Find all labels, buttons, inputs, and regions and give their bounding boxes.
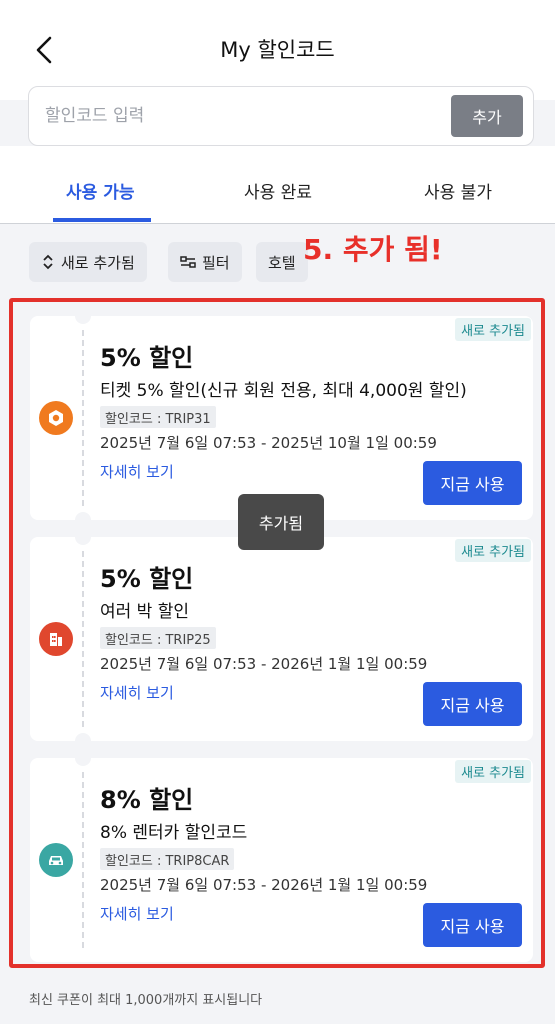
new-badge: 새로 추가됨 (455, 539, 531, 562)
use-now-button[interactable]: 지금 사용 (423, 903, 522, 947)
validity-period: 2025년 7월 6일 07:53 - 2026년 1월 1일 00:59 (100, 655, 428, 673)
coupon-title: 5% 할인 (100, 565, 194, 593)
coupon-code: 할인코드 : TRIP8CAR (100, 848, 235, 870)
coupon-description: 여러 박 할인 (100, 602, 190, 622)
coupon-code-search-box: 추가 (28, 86, 534, 146)
chip-label: 필터 (202, 253, 230, 272)
card-notch (75, 758, 91, 766)
use-now-button[interactable]: 지금 사용 (423, 682, 522, 726)
coupon-card: 새로 추가됨 5% 할인 티켓 5% 할인(신규 회원 전용, 최대 4,000… (30, 316, 533, 520)
details-link[interactable]: 자세히 보기 (100, 903, 174, 924)
add-code-button[interactable]: 추가 (451, 95, 523, 137)
tab-used[interactable]: 사용 완료 (244, 178, 312, 203)
coupon-code: 할인코드 : TRIP25 (100, 627, 216, 649)
card-notch (75, 733, 91, 741)
sort-icon (43, 254, 53, 270)
ticket-icon (39, 401, 73, 435)
details-link[interactable]: 자세히 보기 (100, 682, 174, 703)
new-badge: 새로 추가됨 (455, 760, 531, 783)
chip-label: 새로 추가됨 (61, 253, 135, 272)
tab-available[interactable]: 사용 가능 (66, 178, 134, 203)
sort-newly-added-chip[interactable]: 새로 추가됨 (29, 242, 147, 282)
coupon-code-input[interactable] (45, 87, 445, 145)
coupon-card: 새로 추가됨 5% 할인 여러 박 할인 할인코드 : TRIP25 2025년… (30, 537, 533, 741)
chip-label: 호텔 (268, 253, 296, 272)
coupon-code: 할인코드 : TRIP31 (100, 406, 216, 428)
coupon-card: 새로 추가됨 8% 할인 8% 렌터카 할인코드 할인코드 : TRIP8CAR… (30, 758, 533, 962)
new-badge: 새로 추가됨 (455, 318, 531, 341)
hotel-chip[interactable]: 호텔 (256, 242, 308, 282)
card-divider (82, 772, 84, 948)
active-tab-indicator (53, 218, 151, 222)
coupon-description: 티켓 5% 할인(신규 회원 전용, 최대 4,000원 할인) (100, 381, 467, 401)
coupon-description: 8% 렌터카 할인코드 (100, 823, 248, 843)
car-icon (39, 843, 73, 877)
card-notch (75, 316, 91, 324)
card-divider (82, 551, 84, 727)
hotel-icon (39, 622, 73, 656)
footer-note: 최신 쿠폰이 최대 1,000개까지 표시됩니다 (29, 993, 263, 1008)
card-divider (82, 330, 84, 506)
validity-period: 2025년 7월 6일 07:53 - 2026년 1월 1일 00:59 (100, 876, 428, 894)
page-title: My 할인코드 (220, 38, 335, 62)
filter-icon (180, 256, 196, 268)
details-link[interactable]: 자세히 보기 (100, 461, 174, 482)
coupon-title: 5% 할인 (100, 344, 194, 372)
filter-chip[interactable]: 필터 (168, 242, 242, 282)
toast-message: 추가됨 (238, 494, 324, 550)
card-notch (75, 537, 91, 545)
tab-unavailable[interactable]: 사용 불가 (424, 178, 492, 203)
use-now-button[interactable]: 지금 사용 (423, 461, 522, 505)
coupon-title: 8% 할인 (100, 786, 194, 814)
validity-period: 2025년 7월 6일 07:53 - 2025년 10월 1일 00:59 (100, 434, 437, 452)
step-annotation: 5. 추가 됨! (303, 233, 443, 266)
card-notch (75, 512, 91, 520)
